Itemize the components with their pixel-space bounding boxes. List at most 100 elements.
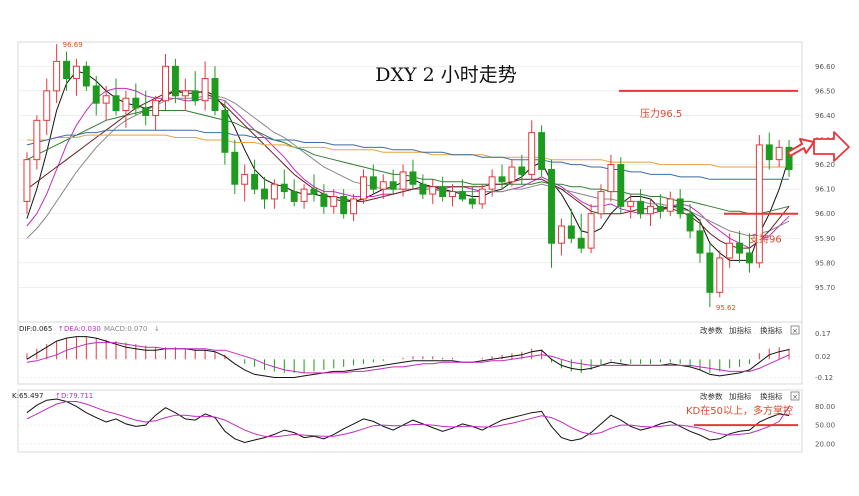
price-axis: 96.6096.5096.4096.3096.2096.1096.0095.90…: [815, 63, 835, 292]
price-tick-label: 96.00: [815, 210, 835, 218]
candle-body: [112, 95, 120, 112]
price-tick-label: 95.90: [815, 235, 835, 243]
candle-body: [72, 65, 80, 80]
candle-body: [43, 90, 51, 121]
candle-body: [211, 78, 219, 112]
candle-body: [53, 60, 61, 92]
candle-body: [597, 191, 605, 215]
candle-body: [706, 252, 714, 293]
kd-d-label: D:79.711: [61, 392, 93, 400]
kd-switch-indicator-button[interactable]: 换指标: [760, 391, 783, 401]
candle-body: [528, 132, 536, 175]
candle-body: [765, 144, 773, 161]
candle-body: [310, 188, 318, 195]
candle-body: [409, 171, 417, 185]
candle-body: [350, 198, 358, 215]
candle-body: [369, 176, 377, 190]
candle-body: [498, 176, 506, 183]
candle-body: [488, 176, 496, 190]
candle-body: [359, 176, 367, 200]
candle-body: [181, 90, 189, 97]
kd-tick-label: 80.00: [815, 403, 835, 411]
macd-switch-indicator-button[interactable]: 换指标: [760, 325, 783, 335]
candle: [617, 157, 625, 214]
candle-body: [676, 198, 684, 215]
candle-body: [656, 205, 664, 212]
kd-tick-label: 20.00: [815, 440, 835, 448]
candle-body: [518, 166, 526, 175]
candle: [538, 125, 546, 177]
macd-dif-label: DIF:0.065: [19, 325, 52, 333]
candle-body: [429, 186, 437, 195]
candle-body: [221, 110, 229, 153]
candle-body: [201, 78, 209, 102]
candle-body: [261, 188, 268, 200]
kd-panel-frame: [17, 389, 803, 453]
macd-close-icon: ×: [792, 327, 798, 335]
candle-body: [251, 173, 259, 190]
macd-down-arrow-icon: ↓: [154, 325, 160, 333]
candle-body: [627, 200, 635, 207]
kd-k-label: K:65.497: [12, 392, 43, 400]
candle-body: [449, 191, 457, 198]
candle-body: [122, 97, 130, 112]
candle: [82, 61, 90, 91]
candle-body: [320, 193, 328, 207]
kd-add-indicator-button[interactable]: 加指标: [729, 391, 752, 401]
candle-body: [439, 186, 447, 198]
candle-body: [231, 151, 239, 185]
candle: [755, 135, 763, 268]
price-tick-label: 96.60: [815, 63, 835, 71]
candle-body: [300, 188, 308, 202]
candle-body: [399, 171, 407, 190]
support-label: 支持96: [749, 233, 782, 246]
candle-body: [419, 183, 427, 195]
candle-body: [647, 205, 654, 215]
candle-body: [736, 242, 744, 254]
resistance-label: 压力96.5: [640, 107, 682, 120]
low-price-label: 95.62: [716, 304, 736, 312]
candle-body: [716, 257, 724, 293]
candle-body: [617, 164, 625, 207]
candle-body: [557, 225, 565, 244]
candle-body: [548, 168, 555, 244]
macd-add-indicator-button[interactable]: 加指标: [729, 325, 752, 335]
candle-body: [23, 159, 31, 202]
macd-axis: 0.17 0.02 -0.12: [815, 330, 833, 382]
candle-body: [686, 213, 694, 232]
kd-tick-label: 50.00: [815, 422, 835, 430]
candle: [716, 250, 724, 298]
candle-body: [587, 213, 595, 249]
kd-annotation: KD在50以上，多方掌控: [686, 404, 793, 417]
candle-body: [508, 166, 516, 183]
high-price-label: 96.69: [63, 41, 83, 49]
candle-body: [379, 181, 387, 190]
kd-axis: 80.00 50.00 20.00: [815, 403, 835, 448]
candle-body: [330, 196, 338, 207]
kd-close-icon: ×: [792, 393, 798, 401]
price-tick-label: 96.50: [815, 87, 835, 95]
candle-body: [340, 196, 348, 215]
candle-body: [92, 85, 100, 104]
kd-edit-params-button[interactable]: 改参数: [700, 391, 723, 401]
price-tick-label: 95.70: [815, 284, 835, 292]
candle-body: [162, 65, 169, 102]
candle-body: [726, 242, 734, 259]
macd-dea-label: DEA:0.030: [64, 325, 101, 333]
price-tick-label: 96.40: [815, 112, 835, 120]
candle-body: [102, 95, 110, 104]
candle-body: [567, 225, 575, 239]
candle-body: [696, 230, 704, 254]
price-tick-label: 95.80: [815, 259, 835, 267]
chart-canvas: 96.6096.5096.4096.3096.2096.1096.0095.90…: [12, 41, 850, 453]
candle-body: [745, 252, 753, 264]
candle-body: [132, 97, 140, 109]
candle-body: [280, 183, 288, 193]
candle-body: [538, 132, 546, 170]
candle-body: [577, 237, 585, 249]
candle-body: [775, 146, 783, 161]
macd-edit-params-button[interactable]: 改参数: [700, 325, 723, 335]
macd-tick-label: 0.17: [815, 330, 831, 338]
candle-body: [458, 191, 466, 200]
price-tick-label: 96.10: [815, 186, 835, 194]
